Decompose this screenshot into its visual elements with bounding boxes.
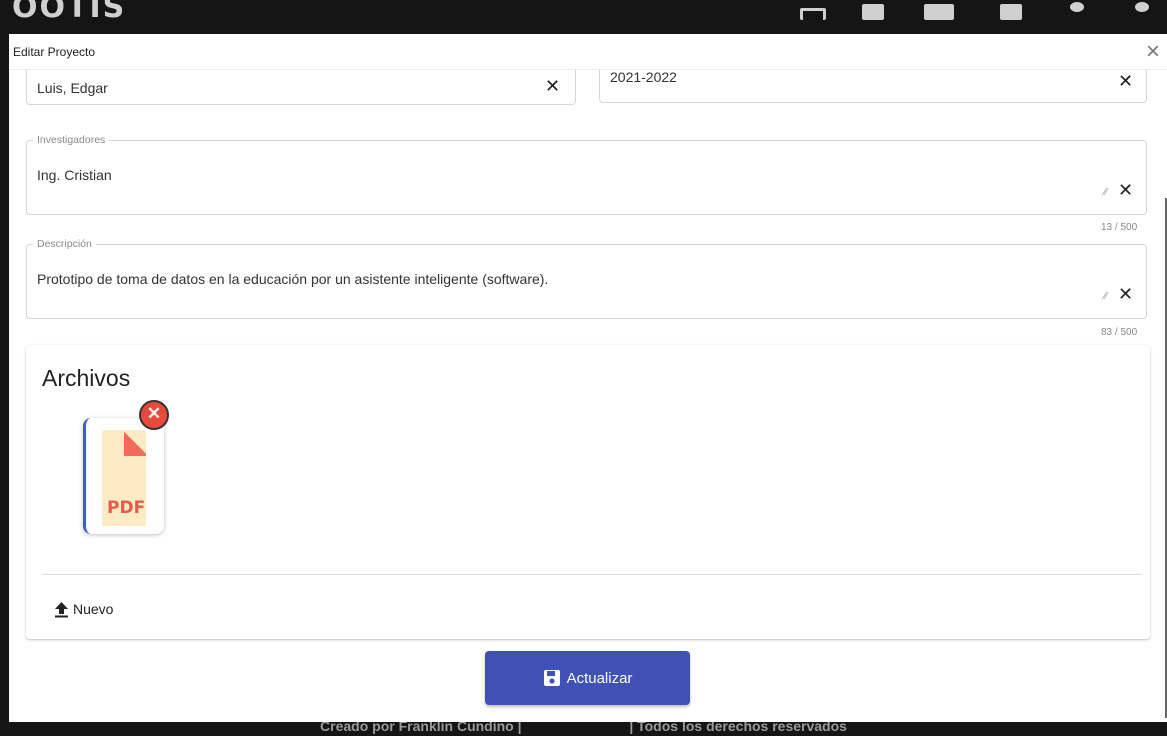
description-label: Descripción xyxy=(33,238,96,250)
group-icon[interactable] xyxy=(1070,2,1084,12)
pdf-file-icon: PDF xyxy=(102,430,146,526)
authors-value: Luis, Edgar xyxy=(37,80,108,96)
app-nav xyxy=(800,2,1160,34)
image-icon[interactable] xyxy=(1000,4,1022,20)
clear-authors-icon[interactable]: ✕ xyxy=(545,77,560,95)
files-card: Archivos PDF ✕ Nuevo xyxy=(26,345,1150,639)
edit-project-dialog: Editar Proyecto × Luis, Edgar ✕ 2021-202… xyxy=(9,34,1167,722)
update-button[interactable]: Actualizar xyxy=(485,651,690,705)
save-icon xyxy=(543,670,560,686)
description-field[interactable]: Descripción Prototipo de toma de datos e… xyxy=(26,238,1147,319)
researchers-label: Investigadores xyxy=(33,134,110,146)
close-icon[interactable]: × xyxy=(1141,40,1165,64)
divider xyxy=(42,574,1142,575)
description-value: Prototipo de toma de datos en la educaci… xyxy=(37,271,549,287)
clear-period-icon[interactable]: ✕ xyxy=(1118,72,1133,90)
update-label: Actualizar xyxy=(566,669,633,687)
resize-handle-icon[interactable]: ⁄⁄ xyxy=(1104,291,1107,302)
researchers-counter: 13 / 500 xyxy=(1101,222,1138,233)
researchers-field[interactable]: Investigadores Ing. Cristian ⁄⁄ ✕ xyxy=(26,134,1147,215)
clear-description-icon[interactable]: ✕ xyxy=(1118,285,1133,303)
menu-icon-2[interactable] xyxy=(924,4,954,20)
upload-new-label: Nuevo xyxy=(73,601,114,617)
period-field[interactable]: 2021-2022 ✕ xyxy=(599,69,1147,103)
group-icon-2[interactable] xyxy=(1135,2,1149,12)
upload-new-button[interactable]: Nuevo xyxy=(54,597,113,621)
description-counter: 83 / 500 xyxy=(1101,327,1138,338)
authors-field[interactable]: Luis, Edgar ✕ xyxy=(26,70,576,105)
clear-researchers-icon[interactable]: ✕ xyxy=(1118,181,1133,199)
upload-icon xyxy=(55,601,68,617)
file-type-label: PDF xyxy=(107,498,146,518)
file-item[interactable]: PDF xyxy=(83,418,164,534)
pdf-corner xyxy=(124,430,146,456)
period-value: 2021-2022 xyxy=(610,69,677,85)
dialog-title: Editar Proyecto xyxy=(13,45,96,59)
app-logo: OOTIS xyxy=(12,0,127,25)
dialog-header: Editar Proyecto × xyxy=(9,34,1167,70)
remove-file-icon[interactable]: ✕ xyxy=(139,400,169,430)
menu-icon-1[interactable] xyxy=(862,4,884,20)
home-icon[interactable] xyxy=(800,8,826,20)
files-title: Archivos xyxy=(42,365,131,391)
researchers-value: Ing. Cristian xyxy=(37,167,112,183)
resize-handle-icon[interactable]: ⁄⁄ xyxy=(1104,187,1107,198)
